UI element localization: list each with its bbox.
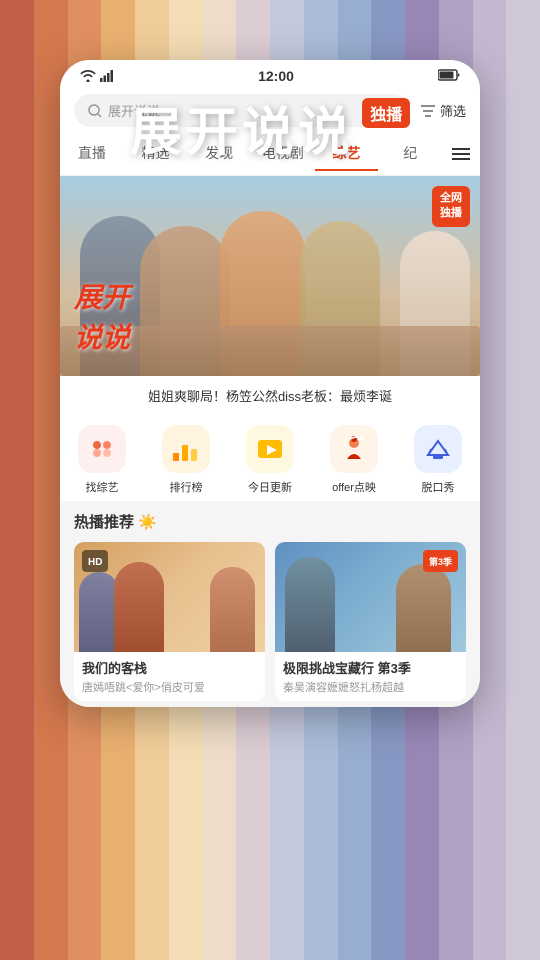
hot-cards-grid: HD 我们的客栈 唐嫣唔跳<爱你>俏皮可爱 第3季 <box>74 542 466 701</box>
quick-icon-zongyi[interactable]: 找综艺 <box>60 425 144 495</box>
zongyi-label: 找综艺 <box>86 479 119 495</box>
hot-card-2-info: 极限挑战宝藏行 第3季 秦昊演容嬷嬷怒扎杨超越 <box>275 652 466 701</box>
status-bar: 12:00 <box>60 60 480 88</box>
exclusive-badge: 全网 独播 <box>432 186 470 227</box>
quick-icon-rank[interactable]: 排行榜 <box>144 425 228 495</box>
quick-icon-standup[interactable]: 脱口秀 <box>396 425 480 495</box>
filter-icon <box>420 104 436 118</box>
filter-button[interactable]: 筛选 <box>420 101 466 120</box>
update-icon <box>255 435 285 463</box>
search-bar: 展开说说 筛选 <box>60 88 480 133</box>
standup-label: 脱口秀 <box>422 479 455 495</box>
quick-icon-update[interactable]: 今日更新 <box>228 425 312 495</box>
standup-icon <box>423 435 453 463</box>
hot-card-2-image: 第3季 <box>275 542 466 652</box>
banner-show-title: 展开说说 <box>74 276 130 356</box>
search-placeholder: 展开说说 <box>108 101 160 120</box>
status-time: 12:00 <box>258 68 294 84</box>
hot-card-1-subtitle: 唐嫣唔跳<爱你>俏皮可爱 <box>82 679 257 695</box>
search-icon <box>88 104 102 118</box>
tab-selected[interactable]: 精选 <box>124 137 188 171</box>
tab-tvshow[interactable]: 电视剧 <box>251 137 315 171</box>
offer-label: offer点映 <box>332 479 376 495</box>
nav-tabs: 直播 精选 发现 电视剧 综艺 纪 <box>60 133 480 176</box>
hot-card-1-image: HD <box>74 542 265 652</box>
tab-discover[interactable]: 发现 <box>187 137 251 171</box>
rank-icon <box>171 435 201 463</box>
banner-title-area: 展开说说 <box>74 276 130 356</box>
more-tabs-button[interactable] <box>442 137 480 171</box>
video-banner[interactable]: 展开说说 全网 独播 <box>60 176 480 376</box>
hot-card-1-title: 我们的客栈 <box>82 658 257 677</box>
tab-live[interactable]: 直播 <box>60 137 124 171</box>
hot-card-1-info: 我们的客栈 唐嫣唔跳<爱你>俏皮可爱 <box>74 652 265 701</box>
hot-card-1[interactable]: HD 我们的客栈 唐嫣唔跳<爱你>俏皮可爱 <box>74 542 265 701</box>
status-wifi <box>80 70 114 82</box>
update-label: 今日更新 <box>248 479 292 495</box>
hot-card-2-subtitle: 秦昊演容嬷嬷怒扎杨超越 <box>283 679 458 695</box>
video-description: 姐姐爽聊局！杨笠公然diss老板：最烦李诞 <box>60 376 480 415</box>
quick-icon-offer[interactable]: offer点映 <box>312 425 396 495</box>
hot-card-2-title: 极限挑战宝藏行 第3季 <box>283 658 458 677</box>
tab-documentary[interactable]: 纪 <box>378 137 442 171</box>
hot-card-2[interactable]: 第3季 极限挑战宝藏行 第3季 秦昊演容嬷嬷怒扎杨超越 <box>275 542 466 701</box>
phone-screen: 12:00 展开说说 筛选 <box>60 60 480 707</box>
hot-section-title: 热播推荐 ☀️ <box>74 511 466 532</box>
rank-label: 排行榜 <box>170 479 203 495</box>
search-input[interactable]: 展开说说 <box>74 94 410 127</box>
offer-icon <box>339 435 369 463</box>
quick-icons-row: 找综艺 排行榜 今日更新 <box>60 415 480 501</box>
wifi-icon <box>80 70 96 82</box>
tab-variety[interactable]: 综艺 <box>315 137 379 171</box>
signal-icon <box>100 70 114 82</box>
hot-section: 热播推荐 ☀️ HD 我们的客栈 唐嫣唔跳<爱你>俏皮可爱 <box>60 501 480 707</box>
filter-label: 筛选 <box>440 101 466 120</box>
video-desc-text: 姐姐爽聊局！杨笠公然diss老板：最烦李诞 <box>148 389 392 404</box>
battery-icon <box>438 69 460 84</box>
zongyi-icon <box>87 435 117 463</box>
